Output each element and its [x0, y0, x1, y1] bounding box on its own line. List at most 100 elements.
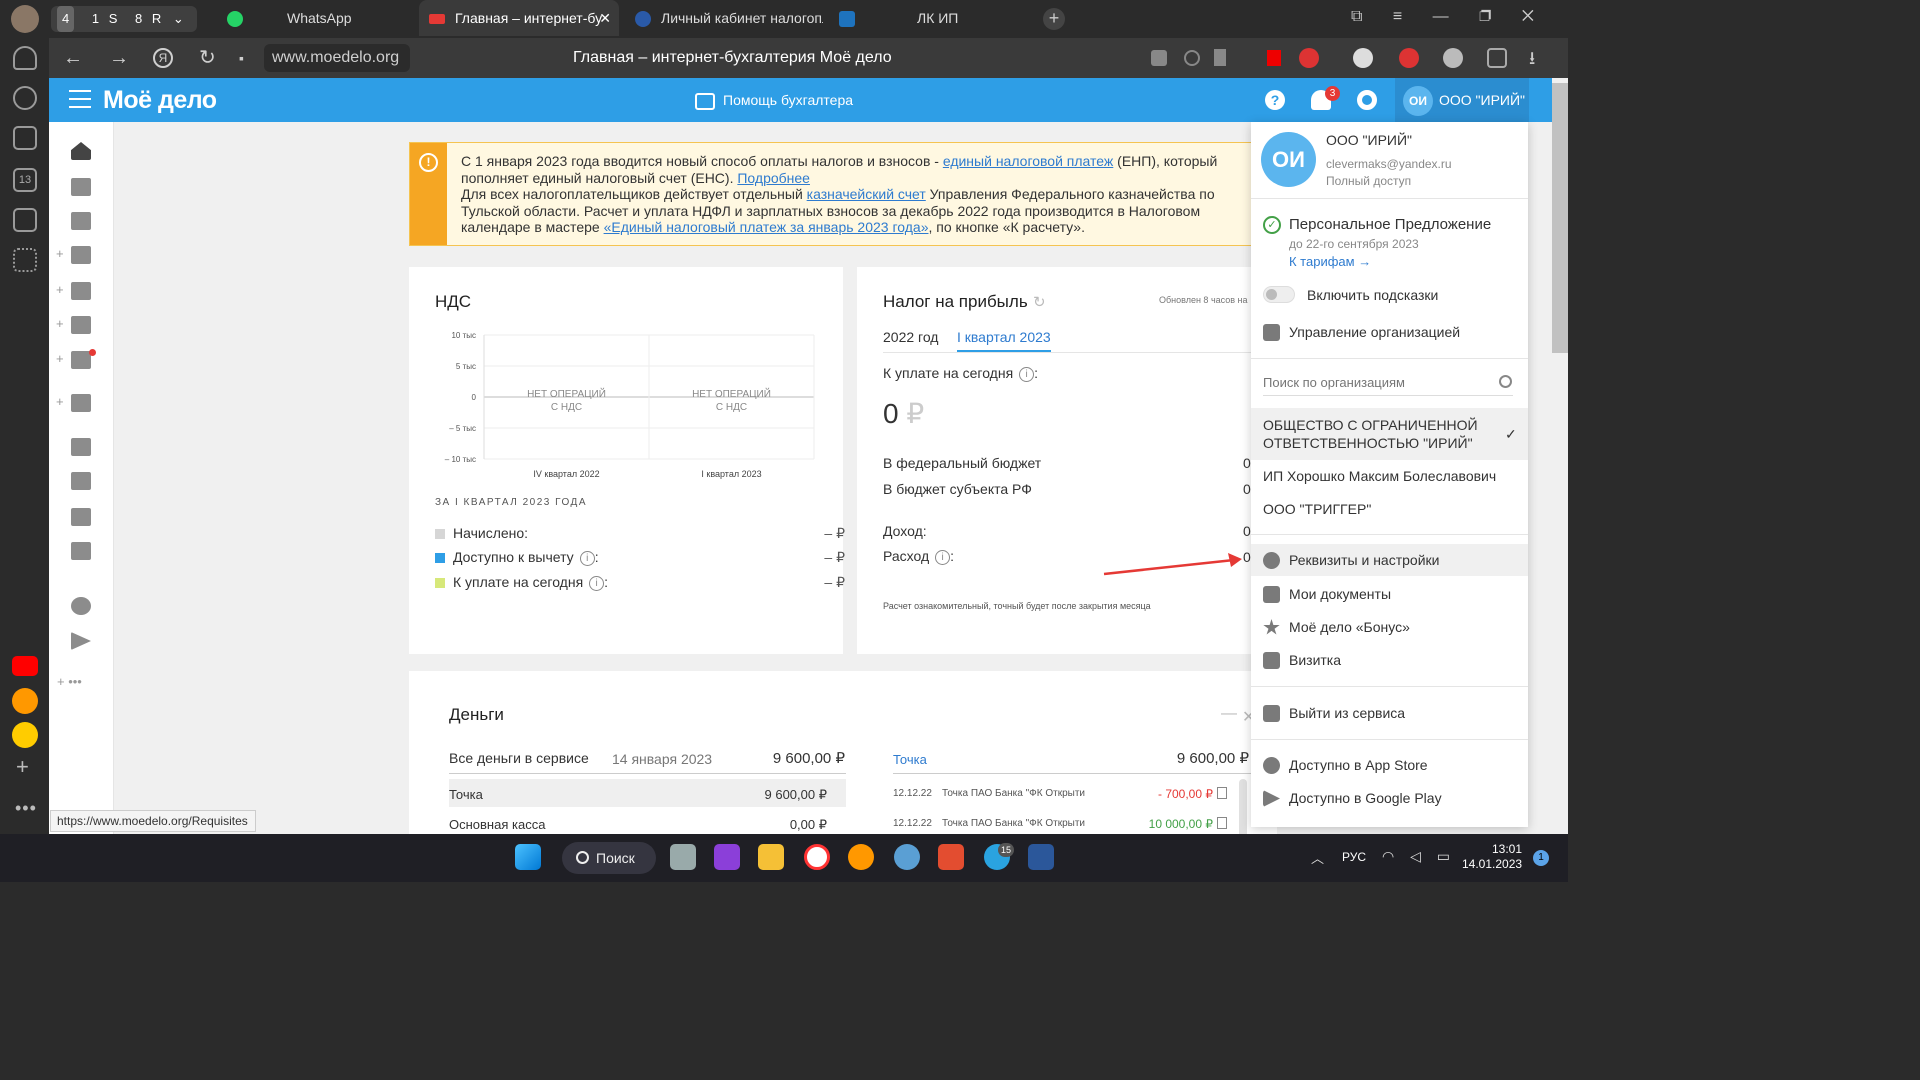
helper-link[interactable]: Помощь бухгалтера — [695, 90, 853, 110]
wallet-icon[interactable] — [71, 246, 91, 264]
folder-icon[interactable] — [71, 282, 91, 300]
copy-icon[interactable] — [1217, 817, 1227, 829]
more-link[interactable]: Подробнее — [737, 170, 810, 186]
download-icon[interactable]: ⭳ — [1529, 46, 1535, 76]
info-icon[interactable]: i — [589, 575, 605, 591]
ext-vpn-icon[interactable] — [1399, 48, 1419, 68]
hints-toggle[interactable] — [1263, 286, 1295, 303]
info-icon[interactable]: i — [1019, 366, 1035, 382]
hints-label[interactable]: Включить подсказки — [1307, 287, 1438, 303]
staff-icon[interactable] — [71, 212, 91, 230]
apps-grid-icon[interactable] — [13, 248, 37, 272]
ext-red-icon[interactable] — [1267, 50, 1281, 66]
archive-icon[interactable] — [71, 508, 91, 526]
yandex-icon[interactable]: Я — [153, 48, 173, 68]
music-icon[interactable] — [12, 688, 38, 714]
app-x-icon[interactable] — [938, 844, 964, 870]
add-document-icon[interactable]: + — [56, 394, 64, 409]
apple-icon[interactable] — [71, 597, 91, 615]
add-tasks-icon[interactable]: + — [56, 351, 64, 366]
bell-icon[interactable] — [13, 46, 37, 70]
add-wallet-icon[interactable]: + — [56, 246, 64, 261]
tasks-icon[interactable] — [71, 351, 91, 369]
explorer-icon[interactable] — [758, 844, 784, 870]
ext-globe-icon[interactable] — [1443, 48, 1463, 68]
translate-icon[interactable] — [1151, 50, 1167, 66]
word-icon[interactable] — [1028, 844, 1054, 870]
collections-icon[interactable] — [13, 126, 37, 150]
appstore-item[interactable]: Доступно в App Store — [1251, 749, 1528, 781]
screenshot-icon[interactable] — [13, 208, 37, 232]
treasury-account-link[interactable]: казначейский счет — [807, 186, 926, 202]
my-documents-item[interactable]: Мои документы — [1251, 578, 1528, 610]
mail-icon[interactable] — [894, 844, 920, 870]
taskbar-search[interactable]: Поиск — [562, 842, 656, 874]
copy-icon[interactable] — [1217, 787, 1227, 799]
yandex-browser-icon[interactable] — [804, 844, 830, 870]
ext-ball-icon[interactable] — [1353, 48, 1373, 68]
notification-badge[interactable]: 1 — [1533, 850, 1549, 866]
profile-avatar[interactable] — [11, 5, 39, 33]
scrollbar-thumb[interactable] — [1552, 83, 1568, 353]
analytics-icon[interactable] — [71, 542, 91, 560]
forward-icon[interactable]: → — [109, 46, 129, 70]
googleplay-item[interactable]: Доступно в Google Play — [1251, 782, 1528, 814]
history-icon[interactable] — [13, 86, 37, 110]
url-field[interactable]: www.moedelo.org — [264, 44, 410, 72]
youtube-icon[interactable] — [12, 656, 38, 676]
new-tab-button[interactable]: + — [1043, 8, 1065, 30]
tab-whatsapp[interactable]: WhatsApp — [221, 0, 411, 36]
tab-nalog[interactable]: Личный кабинет налогопл — [627, 0, 823, 36]
taxi-icon[interactable] — [12, 722, 38, 748]
manage-org-item[interactable]: Управление организацией — [1251, 316, 1528, 348]
back-icon[interactable]: ← — [63, 46, 83, 70]
tab-moedelo[interactable]: Главная – интернет-бу ✕ — [419, 0, 619, 36]
tray-chevron-icon[interactable]: ︿ — [1311, 848, 1324, 867]
close-tab-icon[interactable]: ✕ — [599, 0, 611, 36]
info-icon[interactable]: i — [579, 550, 595, 566]
info-icon[interactable]: i — [935, 549, 951, 565]
logout-item[interactable]: Выйти из сервиса — [1251, 697, 1528, 729]
more-icon[interactable]: ••• — [15, 798, 37, 819]
google-play-icon[interactable] — [71, 632, 91, 650]
org-item[interactable]: ООО "ТРИГГЕР" — [1263, 501, 1371, 517]
task-view-icon[interactable] — [670, 844, 696, 870]
ruble-doc-icon[interactable] — [71, 438, 91, 456]
org-item[interactable]: ИП Хорошко Максим Болеславович — [1263, 468, 1496, 484]
refresh-icon[interactable]: ↻ — [1033, 293, 1046, 311]
reader-icon[interactable] — [1184, 50, 1200, 66]
intellij-icon[interactable] — [714, 844, 740, 870]
bookmark-icon[interactable] — [1214, 49, 1226, 66]
tab-q1-2023[interactable]: I квартал 2023 — [957, 329, 1051, 352]
ops-scrollbar[interactable] — [1239, 779, 1247, 834]
reload-icon[interactable]: ↻ — [199, 46, 216, 70]
tab-lk-ip[interactable]: ЛК ИП — [831, 0, 1031, 36]
ext-ru-icon[interactable] — [1299, 48, 1319, 68]
calendar-icon[interactable]: 13 — [13, 168, 37, 192]
org-search-input[interactable] — [1263, 370, 1513, 396]
tab-2022[interactable]: 2022 год — [883, 329, 938, 345]
tray-icons[interactable]: ◠ ◁ ▭ — [1382, 848, 1456, 865]
add-cart-icon[interactable]: + — [56, 316, 64, 331]
tariffs-link[interactable]: К тарифам → — [1289, 254, 1371, 269]
add-panel-icon[interactable]: + — [16, 754, 29, 780]
language-indicator[interactable]: РУС — [1342, 850, 1366, 864]
org-switcher[interactable]: ОИ ООО "ИРИЙ" — [1395, 78, 1529, 122]
minimize-icon[interactable]: — — [1221, 705, 1237, 723]
help-icon[interactable]: ? — [1265, 90, 1285, 110]
page-scrollbar[interactable] — [1552, 78, 1568, 834]
yandex-music-icon[interactable] — [848, 844, 874, 870]
chevron-down-icon[interactable]: ⌄ — [173, 11, 184, 26]
enp-wizard-link[interactable]: «Единый налоговый платеж за январь 2023 … — [604, 219, 929, 235]
money-date[interactable]: 14 января 2023 — [612, 751, 712, 767]
settings-gear-icon[interactable] — [1357, 90, 1377, 110]
cart-icon[interactable] — [71, 316, 91, 334]
ext-puzzle-icon[interactable] — [1487, 48, 1507, 68]
business-card-item[interactable]: Визитка — [1251, 644, 1528, 676]
accounting-icon[interactable] — [71, 178, 91, 196]
add-folder-icon[interactable]: + — [56, 282, 64, 297]
tab-group-counter[interactable]: 4 1 S 8 R ⌄ — [51, 6, 197, 32]
home-icon[interactable] — [71, 142, 91, 160]
bank-account-link[interactable]: Точка — [893, 752, 927, 767]
briefcase-icon[interactable] — [71, 472, 91, 490]
